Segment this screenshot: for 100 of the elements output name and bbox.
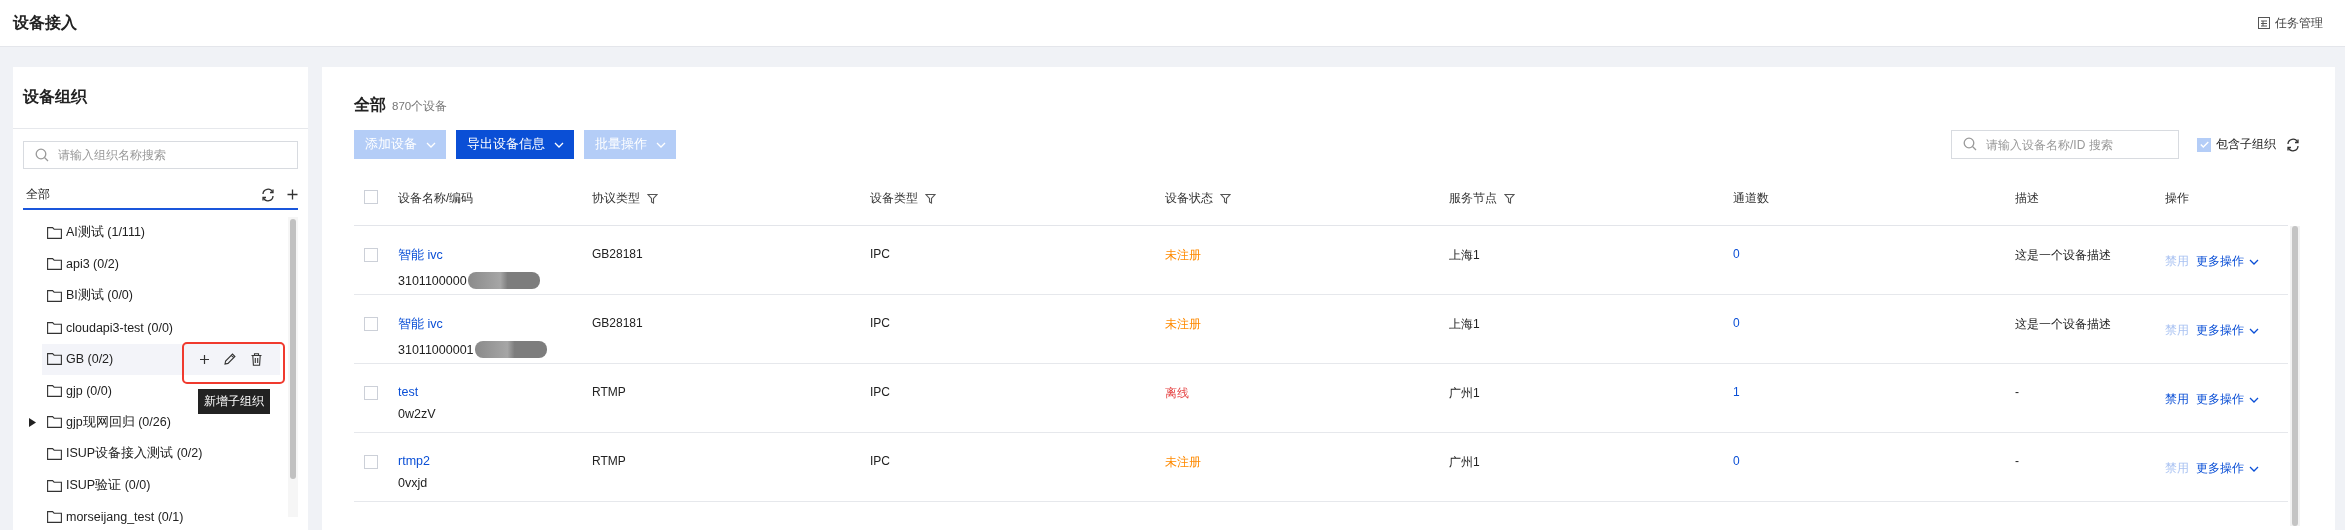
expand-arrow-icon[interactable] xyxy=(29,417,36,427)
column-header[interactable]: 协议类型 xyxy=(592,189,658,207)
search-icon xyxy=(35,148,49,162)
table-cell: - xyxy=(2015,454,2019,468)
filter-icon[interactable] xyxy=(925,192,936,204)
refresh-icon[interactable] xyxy=(261,187,275,202)
table-cell: 这是一个设备描述 xyxy=(2015,317,2111,331)
status-text: 离线 xyxy=(1165,386,1189,400)
table-cell: 上海1 xyxy=(1449,317,1480,331)
tree-item[interactable]: AI测试 (1/111) xyxy=(23,217,152,249)
pencil-icon[interactable] xyxy=(224,353,236,366)
task-management-link[interactable]: 任务管理 xyxy=(2258,14,2333,32)
table-cell: GB28181 xyxy=(592,316,643,330)
filter-icon[interactable] xyxy=(1504,192,1515,204)
status-text: 未注册 xyxy=(1165,455,1201,469)
table-cell: 广州1 xyxy=(1449,455,1480,469)
channel-count-link[interactable]: 0 xyxy=(1733,247,1740,261)
filter-icon[interactable] xyxy=(647,192,658,204)
column-header[interactable]: 描述 xyxy=(2015,189,2039,207)
device-name-link[interactable]: rtmp2 xyxy=(398,454,592,468)
chevron-down-icon xyxy=(2249,258,2259,265)
chevron-down-icon xyxy=(2249,327,2259,334)
channel-count-link[interactable]: 0 xyxy=(1733,316,1740,330)
group-name: AI测试 (1/111) xyxy=(66,224,146,242)
table-cell: IPC xyxy=(870,385,890,399)
group-name: ISUP设备接入测试 (0/2) xyxy=(66,445,203,463)
chevron-down-icon xyxy=(656,141,666,148)
group-name: ISUP验证 (0/0) xyxy=(66,477,151,495)
device-search-field[interactable]: 请输入设备名称/ID 搜索 xyxy=(1951,130,2179,159)
tree-item[interactable]: morseijang_test (0/1) xyxy=(23,501,190,530)
folder-icon xyxy=(47,511,62,524)
table-cell: 广州1 xyxy=(1449,386,1480,400)
tree-item[interactable]: BI测试 (0/0) xyxy=(23,280,139,312)
checkbox[interactable] xyxy=(2197,137,2211,152)
tree-root-tab[interactable]: 全部 xyxy=(26,186,249,203)
folder-icon xyxy=(47,384,62,397)
folder-icon xyxy=(47,479,62,492)
disable-link[interactable]: 禁用 xyxy=(2165,391,2189,408)
table-cell: GB28181 xyxy=(592,247,643,261)
checkbox[interactable] xyxy=(364,317,378,331)
tree-item[interactable]: gjp (0/0) xyxy=(23,374,118,407)
group-name: api3 (0/2) xyxy=(66,257,119,272)
more-actions-dropdown[interactable]: 更多操作 xyxy=(2196,391,2259,408)
column-header[interactable]: 设备类型 xyxy=(870,189,936,207)
folder-icon xyxy=(47,353,62,366)
tree-item[interactable]: gjp现网回归 (0/26) xyxy=(23,406,177,439)
tree-item[interactable]: ISUP验证 (0/0) xyxy=(23,469,157,502)
table-cell: 上海1 xyxy=(1449,248,1480,262)
more-actions-dropdown[interactable]: 更多操作 xyxy=(2196,322,2259,339)
device-name-link[interactable]: test xyxy=(398,385,592,399)
folder-icon xyxy=(47,321,62,334)
folder-icon xyxy=(47,416,62,429)
device-code: 3101100000 xyxy=(398,272,540,289)
group-search-field[interactable]: 请输入组织名称搜索 xyxy=(23,141,298,169)
group-name: BI测试 (0/0) xyxy=(66,287,133,305)
table-cell: 这是一个设备描述 xyxy=(2015,248,2111,262)
refresh-icon[interactable] xyxy=(2286,137,2300,152)
more-actions-dropdown[interactable]: 更多操作 xyxy=(2196,460,2259,477)
group-name: gjp现网回归 (0/26) xyxy=(66,413,171,431)
tree-item[interactable]: ISUP设备接入测试 (0/2) xyxy=(23,438,209,470)
scrollbar[interactable] xyxy=(2292,226,2298,526)
column-header[interactable]: 操作 xyxy=(2165,189,2189,207)
chevron-down-icon xyxy=(2249,396,2259,403)
device-name-link[interactable]: 智能 ivc xyxy=(398,316,592,333)
dropdown-button[interactable]: 导出设备信息 xyxy=(456,130,574,159)
more-actions-dropdown[interactable]: 更多操作 xyxy=(2196,253,2259,270)
folder-icon xyxy=(47,226,62,239)
group-name: morseijang_test (0/1) xyxy=(66,510,184,525)
plus-icon[interactable] xyxy=(287,189,298,200)
trash-icon[interactable] xyxy=(251,352,262,366)
group-name: gjp (0/0) xyxy=(66,383,112,398)
channel-count-link[interactable]: 1 xyxy=(1733,385,1740,399)
plus-icon[interactable] xyxy=(200,354,209,364)
panel-title: 全部 xyxy=(354,95,386,115)
column-header[interactable]: 通道数 xyxy=(1733,189,1769,207)
checkbox[interactable] xyxy=(364,248,378,262)
device-name-link[interactable]: 智能 ivc xyxy=(398,247,592,264)
column-header[interactable]: 设备名称/编码 xyxy=(398,189,474,207)
scrollbar[interactable] xyxy=(290,219,296,479)
chevron-down-icon xyxy=(426,141,436,148)
status-text: 未注册 xyxy=(1165,317,1201,331)
column-header[interactable]: 设备状态 xyxy=(1165,189,1231,207)
filter-icon[interactable] xyxy=(1220,192,1231,204)
table-cell: RTMP xyxy=(592,454,626,468)
checkbox[interactable] xyxy=(364,455,378,469)
tooltip: 新增子组织 xyxy=(198,389,270,415)
table-cell: - xyxy=(2015,385,2019,399)
panel-title: 设备组织 xyxy=(23,87,87,107)
table-cell: IPC xyxy=(870,247,890,261)
status-text: 未注册 xyxy=(1165,248,1201,262)
device-count: 870个设备 xyxy=(392,99,448,114)
tree-item[interactable]: cloudapi3-test (0/0) xyxy=(23,311,179,344)
column-header[interactable]: 服务节点 xyxy=(1449,189,1515,207)
device-code: 0vxjd xyxy=(398,476,428,490)
channel-count-link[interactable]: 0 xyxy=(1733,454,1740,468)
checkbox[interactable] xyxy=(364,189,378,204)
page-title: 设备接入 xyxy=(13,12,77,33)
checkbox[interactable] xyxy=(364,386,378,400)
checkbox-label: 包含子组织 xyxy=(2216,136,2276,153)
tree-item[interactable]: api3 (0/2) xyxy=(23,248,125,281)
